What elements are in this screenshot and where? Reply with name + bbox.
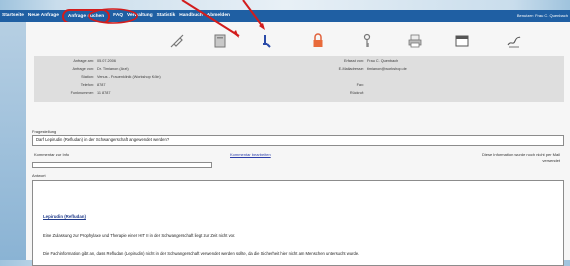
antwort-label: Antwort [32,173,46,178]
fragestellung-text: Darf Lepirudin (Refludan) in der Schwang… [36,137,170,142]
label-erfasst-von: Erfasst von: [343,59,364,63]
fragestellung-field[interactable]: Darf Lepirudin (Refludan) in der Schwang… [32,135,564,146]
value-anfrage-am: 05.07.2006 [97,59,117,63]
label-rueckruf: Rückruf: [349,91,364,95]
action-toolbar [26,30,570,52]
signature-icon[interactable] [505,32,523,50]
value-station: Venus - Frauenklinik (Workshop Köln) [97,75,161,79]
calendar-icon[interactable] [453,32,471,50]
value-email: timianon@workshop.de [367,67,407,71]
kommentar-label: Kommentar zur Info [34,152,70,157]
mail-status-line1: Diese Information wurde noch nicht per M… [481,152,560,157]
key-icon[interactable] [359,32,377,50]
kommentar-bearbeiten-link[interactable]: Kommentar bearbeiten [230,152,271,157]
top-navigation-bar: Startseite Neue Anfrage Anfrage suchen F… [0,8,570,24]
label-anfrage-am: Anfrage am: [73,59,94,63]
lock-icon[interactable] [309,32,327,50]
nav-faq[interactable]: FAQ [111,10,125,22]
label-fax: Fax: [356,83,364,87]
label-anfrage-von: Anfrage von: [72,67,94,71]
antwort-paragraph-2: Die Fachinformation gibt an, dass Reflud… [43,251,360,256]
label-email: E-Mailadresse: [338,67,364,71]
nav-statistik[interactable]: Statistik [155,10,178,22]
label-funknummer: Funknummer: [70,91,94,95]
value-funknummer: 11 8787 [97,91,111,95]
main-panel: Anfrage am: 05.07.2006 Anfrage von: Dr. Ti… [26,22,570,266]
antwort-field[interactable]: Lepirudin (Refludan) Eine Zulassung zur … [32,180,564,266]
antwort-heading: Lepirudin (Refludan) [43,214,86,219]
nav-handbuch[interactable]: Handbuch [177,10,204,22]
request-details: Anfrage am: 05.07.2006 Anfrage von: Dr. Ti… [34,56,564,102]
value-erfasst-von: Frau C. Quenbach [367,59,399,63]
copy-icon[interactable] [211,32,229,50]
bookmark-icon[interactable] [258,32,276,50]
mail-status-line2: versendet [542,158,560,163]
left-background-shade [0,22,26,260]
printer-icon[interactable] [406,32,424,50]
antwort-paragraph-1: Eine Zulassung zur Prophylaxe und Therap… [43,233,236,238]
nav-verwaltung[interactable]: Verwaltung [125,10,155,22]
label-station: Station: [81,75,94,79]
syringe-icon[interactable] [168,32,186,50]
fragestellung-label: Fragestellung [32,129,57,134]
label-telefon: Telefon: [80,83,94,87]
value-telefon: 8787 [97,83,106,87]
value-anfrage-von: Dr. Timianon (Arzt) [97,67,129,71]
nav-neue-anfrage[interactable]: Neue Anfrage [26,10,61,22]
user-info: Benutzer: Frau C. Quenbach [516,13,568,18]
nav-abmelden[interactable]: Abmelden [205,10,232,22]
kommentar-bar [32,162,212,168]
nav-startseite[interactable]: Startseite [0,10,26,22]
